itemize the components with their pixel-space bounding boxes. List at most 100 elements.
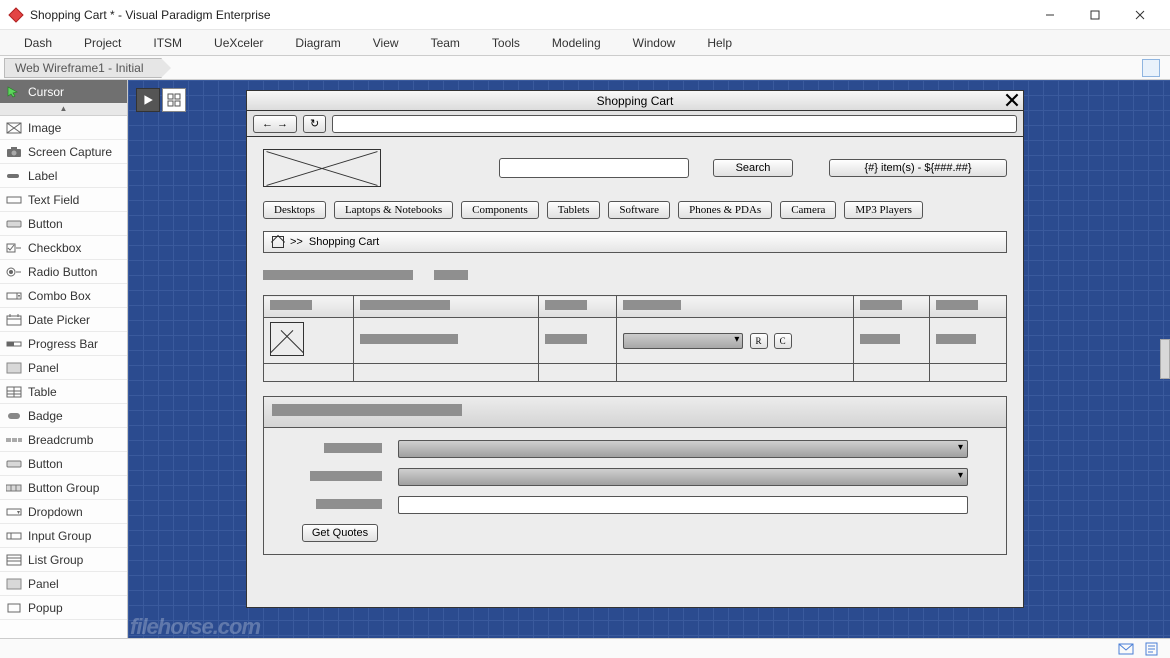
cart-table: R C <box>263 295 1007 382</box>
get-quotes-button[interactable]: Get Quotes <box>302 524 378 542</box>
nav-back-forward[interactable]: ←→ <box>253 115 297 133</box>
right-panel-handle[interactable] <box>1160 339 1170 379</box>
cat-laptops[interactable]: Laptops & Notebooks <box>334 201 453 219</box>
palette-label[interactable]: Label <box>0 164 127 188</box>
list-group-icon <box>6 554 22 566</box>
product-image[interactable] <box>270 322 304 356</box>
radio-icon <box>6 266 22 278</box>
menu-window[interactable]: Window <box>617 34 692 52</box>
breadcrumb-row: Web Wireframe1 - Initial <box>0 56 1170 80</box>
breadcrumb-icon <box>6 434 22 446</box>
th-2 <box>354 296 539 318</box>
wireframe-close-icon[interactable] <box>1005 93 1019 107</box>
cat-camera[interactable]: Camera <box>780 201 836 219</box>
palette-cursor[interactable]: Cursor <box>0 80 127 104</box>
titlebar: Shopping Cart * - Visual Paradigm Enterp… <box>0 0 1170 30</box>
th-1 <box>264 296 354 318</box>
search-input[interactable] <box>499 158 689 178</box>
palette-dropdown[interactable]: Dropdown <box>0 500 127 524</box>
cat-components[interactable]: Components <box>461 201 539 219</box>
quantity-combo[interactable] <box>623 333 743 349</box>
menu-view[interactable]: View <box>357 34 415 52</box>
refresh-button[interactable]: R <box>750 333 768 349</box>
window-title: Shopping Cart * - Visual Paradigm Enterp… <box>30 8 1027 22</box>
table-row: R C <box>264 318 1007 364</box>
breadcrumb-chip[interactable]: Web Wireframe1 - Initial <box>4 58 162 78</box>
breadcrumb-sep: >> <box>290 236 303 248</box>
minimize-button[interactable] <box>1027 1 1072 29</box>
canvas-toolbar <box>136 88 186 112</box>
table-row-empty <box>264 364 1007 382</box>
url-bar[interactable] <box>332 115 1017 133</box>
palette-text-field[interactable]: Text Field <box>0 188 127 212</box>
palette-panel[interactable]: Panel <box>0 356 127 380</box>
menu-modeling[interactable]: Modeling <box>536 34 617 52</box>
mail-icon[interactable] <box>1118 642 1134 656</box>
menu-tools[interactable]: Tools <box>476 34 536 52</box>
image-icon <box>6 122 22 134</box>
canvas[interactable]: Shopping Cart ←→ ↻ Search {#} item(s) - … <box>128 80 1170 638</box>
logo-placeholder[interactable] <box>263 149 381 187</box>
menu-dash[interactable]: Dash <box>8 34 68 52</box>
wireframe-window[interactable]: Shopping Cart ←→ ↻ Search {#} item(s) - … <box>246 90 1024 608</box>
palette-list-group[interactable]: List Group <box>0 548 127 572</box>
palette-input-group[interactable]: Input Group <box>0 524 127 548</box>
cat-phones[interactable]: Phones & PDAs <box>678 201 772 219</box>
calendar-icon <box>6 314 22 326</box>
palette-screen-capture[interactable]: Screen Capture <box>0 140 127 164</box>
cat-software[interactable]: Software <box>608 201 670 219</box>
palette-checkbox[interactable]: Checkbox <box>0 236 127 260</box>
palette-panel2[interactable]: Panel <box>0 572 127 596</box>
palette-popup[interactable]: Popup <box>0 596 127 620</box>
palette-breadcrumb[interactable]: Breadcrumb <box>0 428 127 452</box>
note-icon[interactable] <box>1144 642 1160 656</box>
nav-reload[interactable]: ↻ <box>303 115 326 133</box>
palette-button-group[interactable]: Button Group <box>0 476 127 500</box>
cat-desktops[interactable]: Desktops <box>263 201 326 219</box>
palette-collapse[interactable]: ▲ <box>0 104 127 116</box>
palette-progressbar[interactable]: Progress Bar <box>0 332 127 356</box>
menu-itsm[interactable]: ITSM <box>137 34 198 52</box>
postcode-input[interactable] <box>398 496 968 514</box>
cat-mp3[interactable]: MP3 Players <box>844 201 923 219</box>
textfield-icon <box>6 194 22 206</box>
button-icon <box>6 458 22 470</box>
panel-icon <box>6 578 22 590</box>
breadcrumb-current: Shopping Cart <box>309 236 379 248</box>
palette-combobox[interactable]: Combo Box <box>0 284 127 308</box>
menu-diagram[interactable]: Diagram <box>279 34 356 52</box>
cart-summary-button[interactable]: {#} item(s) - ${###.##} <box>829 159 1007 177</box>
button-icon <box>6 218 22 230</box>
maximize-button[interactable] <box>1072 1 1117 29</box>
cat-tablets[interactable]: Tablets <box>547 201 601 219</box>
camera-icon <box>6 146 22 158</box>
country-combo[interactable] <box>398 440 968 458</box>
search-button[interactable]: Search <box>713 159 793 177</box>
wireframe-breadcrumb[interactable]: >> Shopping Cart <box>263 231 1007 253</box>
combobox-icon <box>6 290 22 302</box>
menu-team[interactable]: Team <box>415 34 476 52</box>
tool-palette: Cursor ▲ Image Screen Capture Label Text… <box>0 80 128 638</box>
palette-button2[interactable]: Button <box>0 452 127 476</box>
palette-image[interactable]: Image <box>0 116 127 140</box>
table-icon <box>6 386 22 398</box>
heading-placeholder <box>263 270 413 280</box>
close-button[interactable] <box>1117 1 1162 29</box>
canvas-states-button[interactable] <box>136 88 160 112</box>
menu-uexceler[interactable]: UeXceler <box>198 34 279 52</box>
panel-icon <box>6 362 22 374</box>
region-combo[interactable] <box>398 468 968 486</box>
badge-icon <box>6 410 22 422</box>
dropdown-icon <box>6 506 22 518</box>
palette-table[interactable]: Table <box>0 380 127 404</box>
menu-help[interactable]: Help <box>691 34 748 52</box>
show-diagrams-icon[interactable] <box>1142 59 1160 77</box>
canvas-layout-button[interactable] <box>162 88 186 112</box>
menu-project[interactable]: Project <box>68 34 137 52</box>
main-area: Cursor ▲ Image Screen Capture Label Text… <box>0 80 1170 638</box>
palette-button[interactable]: Button <box>0 212 127 236</box>
palette-datepicker[interactable]: Date Picker <box>0 308 127 332</box>
clear-button[interactable]: C <box>774 333 792 349</box>
palette-radio[interactable]: Radio Button <box>0 260 127 284</box>
palette-badge[interactable]: Badge <box>0 404 127 428</box>
